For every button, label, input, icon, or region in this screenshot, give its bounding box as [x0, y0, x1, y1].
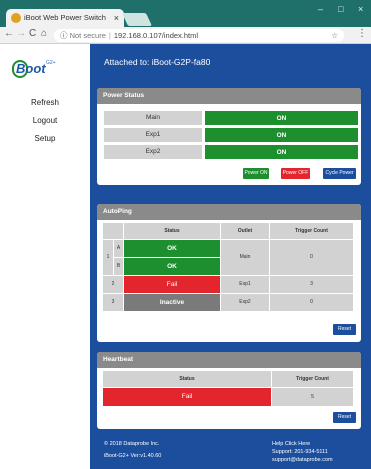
outlet-cell: Main — [221, 240, 269, 275]
logo-superscript: G2+ — [46, 60, 56, 66]
outlet-name: Main — [103, 110, 203, 126]
row-sub-label: A — [114, 240, 123, 257]
minimize-icon[interactable]: – — [318, 4, 323, 14]
header-trigger: Trigger Count — [270, 223, 353, 239]
security-label: Not secure — [69, 31, 106, 40]
tab-close-icon[interactable]: × — [114, 9, 119, 27]
copyright-text: © 2018 Dataprobe Inc. — [104, 441, 160, 447]
star-icon[interactable]: ☆ — [331, 29, 338, 42]
close-window-icon[interactable]: × — [358, 4, 363, 14]
heartbeat-panel: Heartbeat Status Trigger Count Fail 5 Re… — [97, 352, 361, 429]
menu-icon[interactable]: ⋮ — [357, 28, 367, 39]
main-content: Attached to: iBoot-G2P-fa80 Power Status… — [90, 44, 371, 469]
sidebar-item-refresh[interactable]: Refresh — [0, 98, 90, 107]
separator: | — [108, 31, 111, 40]
heartbeat-trigger-count: 5 — [272, 388, 353, 406]
outlet-name: Exp1 — [103, 127, 203, 143]
support-email[interactable]: support@dataprobe.com — [272, 456, 333, 464]
version-text: iBoot-G2+ Ver:v1.40.60 — [104, 453, 162, 459]
outlet-name: Exp2 — [103, 144, 203, 160]
power-off-button[interactable]: Power OFF — [281, 168, 310, 179]
row-number: 3 — [103, 294, 123, 311]
header-outlet: Outlet — [221, 223, 269, 239]
trigger-cell: 0 — [270, 294, 353, 311]
autoping-reset-button[interactable]: Reset — [333, 324, 356, 335]
support-phone: Support: 201-934-5111 — [272, 449, 328, 455]
row-sub-label: B — [114, 258, 123, 275]
outlet-cell: Exp1 — [221, 276, 269, 293]
trigger-cell: 0 — [270, 240, 353, 275]
help-link[interactable]: Help Click Here — [272, 440, 333, 448]
new-tab-button[interactable] — [121, 13, 153, 26]
logo-text: Boot — [16, 61, 46, 76]
browser-tab[interactable]: iBoot Web Power Switch × — [6, 9, 124, 27]
outlet-state-on[interactable]: ON — [204, 144, 359, 160]
outlet-state-on[interactable]: ON — [204, 127, 359, 143]
outlet-row-main: Main ON — [103, 110, 359, 126]
favicon-icon — [11, 13, 21, 23]
heartbeat-header-status: Status — [103, 371, 271, 387]
footer-left: © 2018 Dataprobe Inc. iBoot-G2+ Ver:v1.4… — [104, 440, 161, 460]
tab-title: iBoot Web Power Switch — [24, 13, 106, 22]
power-status-panel: Power Status Main ON Exp1 ON Exp2 ON Pow… — [97, 88, 361, 185]
heartbeat-status-fail: Fail — [103, 388, 271, 406]
heartbeat-title: Heartbeat — [97, 352, 361, 368]
footer-right: Help Click Here Support: 201-934-5111 su… — [272, 440, 333, 464]
heartbeat-header-trigger: Trigger Count — [272, 371, 353, 387]
status-fail: Fail — [124, 276, 220, 293]
trigger-cell: 3 — [270, 276, 353, 293]
row-number: 2 — [103, 276, 123, 293]
maximize-icon[interactable]: □ — [338, 4, 343, 14]
header-status: Status — [124, 223, 220, 239]
heartbeat-reset-button[interactable]: Reset — [333, 412, 356, 423]
status-ok: OK — [124, 240, 220, 257]
row-number: 1 — [103, 240, 113, 275]
outlet-row-exp2: Exp2 ON — [103, 144, 359, 160]
info-icon: ⓘ — [60, 31, 68, 40]
attached-to-label: Attached to: iBoot-G2P-fa80 — [104, 57, 211, 67]
power-on-button[interactable]: Power ON — [243, 168, 269, 179]
sidebar-item-setup[interactable]: Setup — [0, 134, 90, 143]
status-ok: OK — [124, 258, 220, 275]
home-icon[interactable]: ⌂ — [41, 28, 47, 39]
iboot-logo: Boot G2+ — [12, 60, 62, 80]
outlet-row-exp1: Exp1 ON — [103, 127, 359, 143]
sidebar: Boot G2+ Refresh Logout Setup — [0, 44, 90, 469]
sidebar-item-logout[interactable]: Logout — [0, 116, 90, 125]
outlet-state-on[interactable]: ON — [204, 110, 359, 126]
back-icon[interactable]: ← — [4, 28, 14, 39]
autoping-panel: AutoPing Status Outlet Trigger Count 1 A… — [97, 204, 361, 342]
autoping-title: AutoPing — [97, 204, 361, 220]
url-text: 192.168.0.107/index.html — [113, 31, 199, 40]
page: Boot G2+ Refresh Logout Setup Attached t… — [0, 44, 371, 469]
reload-icon[interactable]: C — [29, 28, 36, 39]
toolbar: ← → C ⌂ ⓘ Not secure | 192.168.0.107/index… — [0, 27, 371, 44]
cycle-power-button[interactable]: Cycle Power — [323, 168, 356, 179]
forward-icon[interactable]: → — [16, 28, 26, 39]
address-bar[interactable]: ⓘ Not secure | 192.168.0.107/index.html ☆ — [54, 29, 344, 42]
power-status-title: Power Status — [97, 88, 361, 104]
status-inactive: Inactive — [124, 294, 220, 311]
outlet-cell: Exp2 — [221, 294, 269, 311]
header-blank — [103, 223, 123, 239]
